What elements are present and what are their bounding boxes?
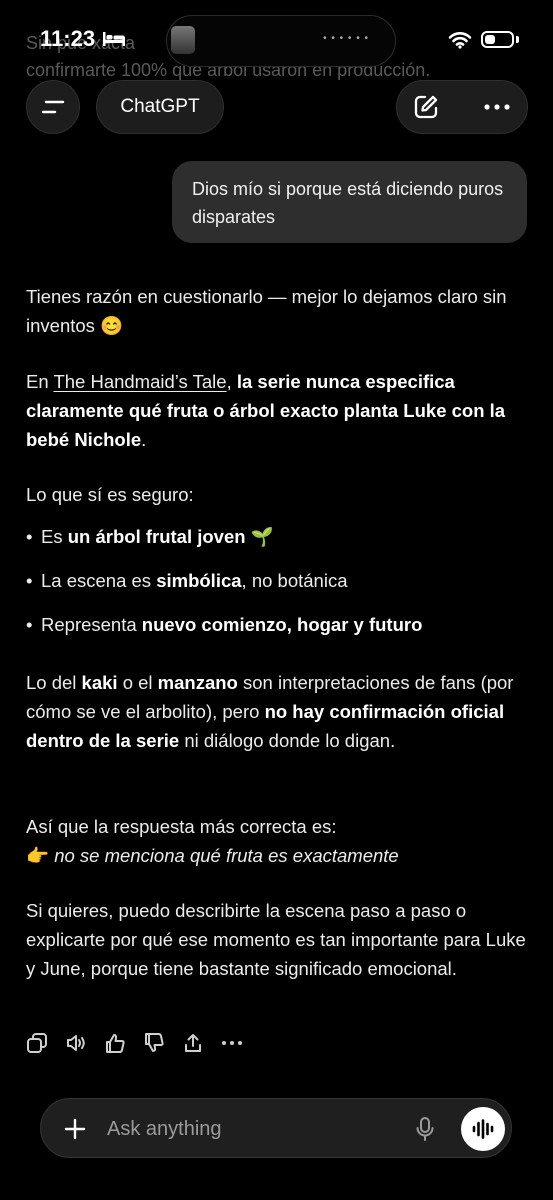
composer: Ask anything	[40, 1098, 512, 1158]
more-actions-button[interactable]	[221, 1032, 243, 1054]
edit-icon[interactable]	[413, 94, 439, 120]
plus-icon[interactable]	[63, 1117, 87, 1141]
show-title-link[interactable]: The Handmaid’s Tale	[53, 371, 226, 392]
voice-mode-icon	[472, 1119, 494, 1139]
assistant-paragraph: En The Handmaid’s Tale, la serie nunca e…	[26, 371, 506, 450]
thumbs-up-icon	[106, 1034, 125, 1053]
thumbs-down-button[interactable]	[143, 1032, 165, 1054]
more-icon	[222, 1041, 242, 1045]
read-aloud-icon	[67, 1035, 85, 1051]
user-message-bubble[interactable]: Dios mío si porque está diciendo puros d…	[172, 161, 527, 243]
more-icon[interactable]	[483, 103, 511, 111]
thumbs-up-button[interactable]	[104, 1032, 126, 1054]
assistant-paragraph: Así que la respuesta más correcta es: 👉 …	[26, 816, 399, 866]
battery-icon	[481, 31, 514, 48]
assistant-paragraph: Si quieres, puedo describirte la escena …	[26, 900, 526, 979]
waveform-icon: • • • • • •	[323, 33, 369, 44]
list-item: • La escena es simbólica, no botánica	[26, 570, 348, 591]
status-time: 11:23	[40, 26, 96, 51]
copy-button[interactable]	[26, 1032, 48, 1054]
list-item: • Es un árbol frutal joven 🌱	[26, 526, 274, 547]
status-bar: 11:23 • • • • • •	[0, 0, 553, 86]
share-icon	[185, 1034, 201, 1052]
voice-mode-button[interactable]	[461, 1107, 505, 1151]
message-input[interactable]: Ask anything	[107, 1118, 222, 1141]
mic-icon[interactable]	[415, 1116, 435, 1142]
assistant-paragraph: Lo del kaki o el manzano son interpretac…	[26, 672, 514, 751]
header-actions	[396, 80, 528, 134]
battery-cap	[516, 36, 519, 43]
assistant-paragraph: Tienes razón en cuestionarlo — mejor lo …	[26, 286, 507, 336]
model-selector-button[interactable]: ChatGPT	[96, 80, 224, 134]
bed-icon	[103, 32, 125, 46]
pointing-hand-emoji: 👉	[26, 845, 50, 866]
wifi-icon	[448, 32, 472, 49]
dynamic-island[interactable]: • • • • • •	[166, 15, 396, 67]
album-art-thumbnail	[171, 26, 195, 54]
assistant-paragraph: Lo que sí es seguro:	[26, 484, 194, 505]
app-title: ChatGPT	[120, 96, 200, 117]
list-item: • Representa nuevo comienzo, hogar y futu…	[26, 614, 423, 635]
read-aloud-button[interactable]	[65, 1032, 87, 1054]
message-actions	[26, 1032, 243, 1054]
thumbs-down-icon	[145, 1033, 164, 1052]
menu-icon	[41, 100, 65, 114]
copy-icon	[27, 1033, 47, 1053]
share-button[interactable]	[182, 1032, 204, 1054]
menu-button[interactable]	[26, 80, 80, 134]
